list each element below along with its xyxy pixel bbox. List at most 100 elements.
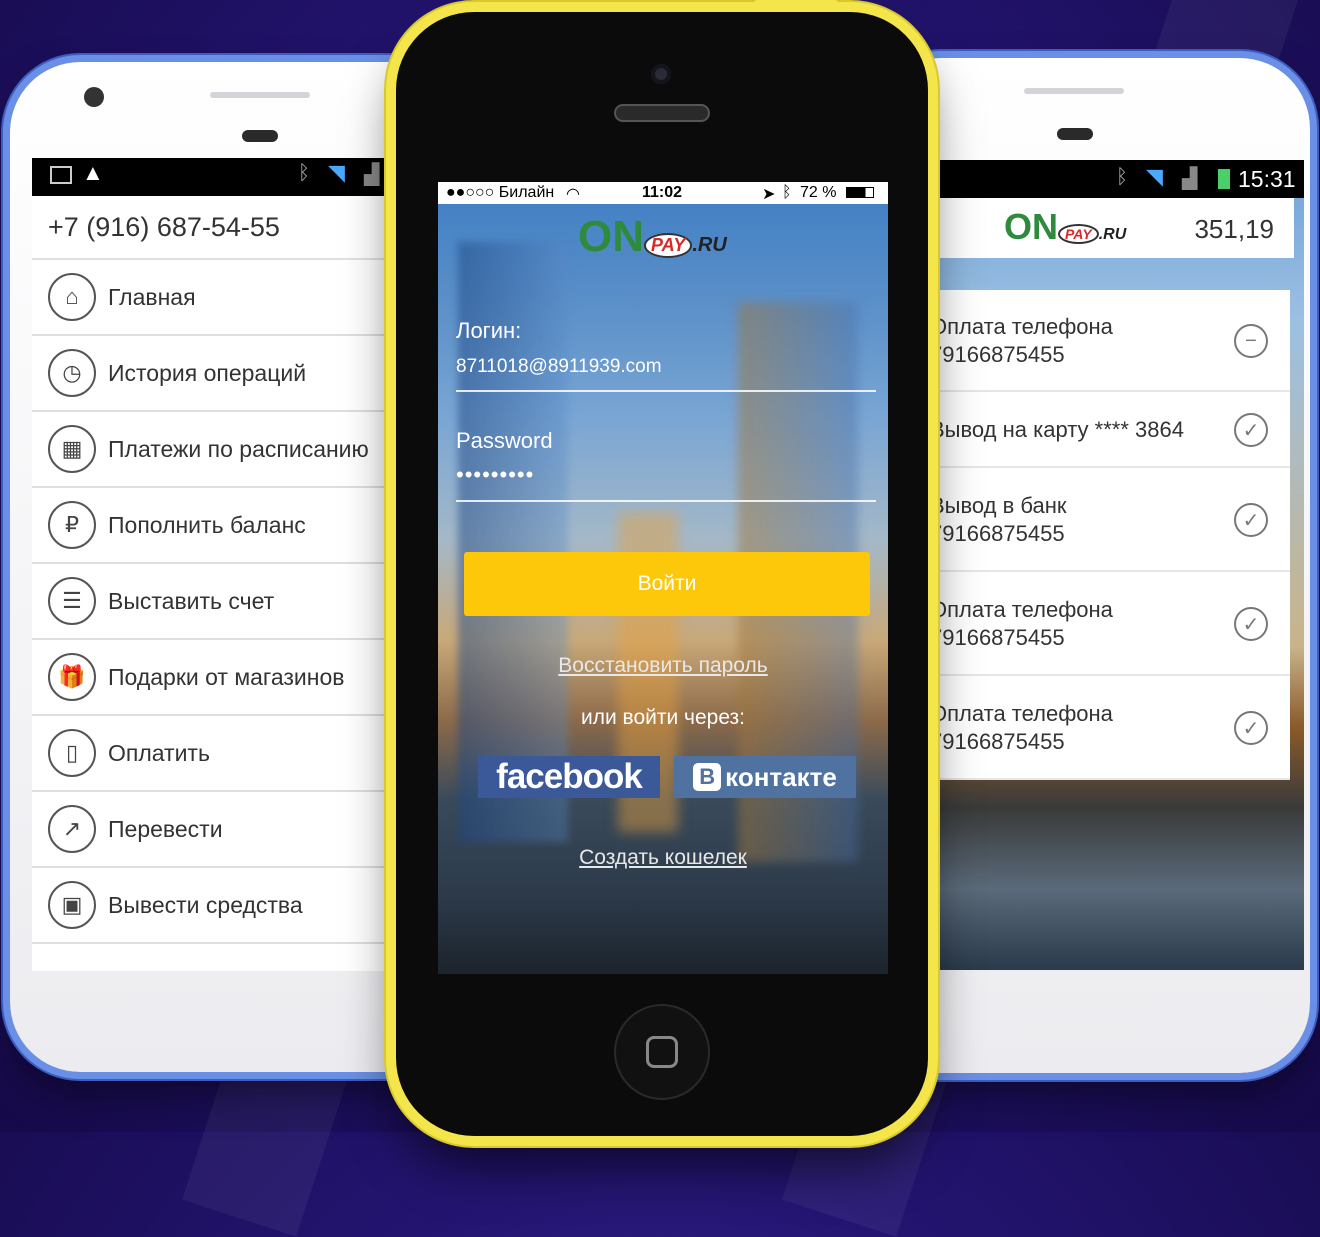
phone-number: +7 (916) 687-54-55 [48,211,280,242]
menu-item[interactable]: 🎁 Подарки от магазинов [32,640,412,716]
menu-item[interactable]: ▦ Платежи по расписанию [32,412,412,488]
minus-circle-icon: − [1234,324,1268,358]
transaction-number: 79166875455 [930,625,1065,650]
onpay-logo: ON PAY .RU [578,212,727,261]
menu-item-label: Пополнить баланс [108,511,306,538]
wifi-icon: ◥ [328,160,345,185]
transaction-number: 79166875455 [930,729,1065,754]
signal-icon: ▟ [1182,168,1198,190]
check-circle-icon: ✓ [1234,607,1268,641]
transaction-title: Вывод в банк [930,493,1067,518]
wallet-icon: ▣ [48,881,96,929]
menu-item[interactable]: ▣Вывести средства∨ [32,868,412,944]
menu-item-label: Платежи по расписанию [108,435,369,462]
restore-password-link[interactable]: Восстановить пароль [438,654,888,678]
menu-item[interactable]: ↗Перевести∨ [32,792,412,868]
arrow-up-right-icon: ↗ [48,805,96,853]
login-underline [456,390,876,392]
password-input[interactable]: ••••••••• [456,462,534,488]
transaction-list: Оплата телефона 79166875455 − Вывод на карт… [920,290,1290,780]
menu-item-label: Главная [108,283,196,310]
transaction-title: Оплата телефона [930,701,1113,726]
speaker-grille [1024,88,1124,94]
home-square-icon [646,1036,678,1068]
phone-icon: ▯ [48,729,96,777]
calendar-icon: ▦ [48,425,96,473]
carrier-label: ●●○○○ Билайн [446,184,555,201]
transaction-number: 79166875455 [930,342,1065,367]
wifi-icon: ◠ [566,186,580,203]
android-status-bar: ᛒ ◥ ▟ 15:31 [920,160,1304,198]
password-underline [456,500,876,502]
front-camera [84,87,104,107]
clock-icon: ◷ [48,349,96,397]
home-button[interactable] [614,1004,710,1100]
signal-icon: ▟ [364,164,380,186]
check-circle-icon: ✓ [1234,711,1268,745]
power-button [754,0,838,8]
login-screen: ●●○○○ Билайн ◠ 11:02 ➤ ᛒ 72 % ON PAY .RU Л… [438,182,888,974]
menu-item[interactable]: ⌂ Главная [32,260,412,336]
battery-percent: 72 % [800,184,837,201]
left-screen: ▲ ᛒ ◥ ▟ +7 (916) 687-54-55 ⌂ Главная ◷ Исто… [32,158,412,971]
menu-item-label: Выставить счет [108,587,275,614]
sensor-pill [242,130,278,142]
image-notification-icon [50,166,72,184]
menu-item-label: Подарки от магазинов [108,663,345,690]
bluetooth-icon: ᛒ [782,184,792,201]
check-circle-icon: ✓ [1234,503,1268,537]
login-label: Логин: [456,318,522,343]
or-login-with-label: или войти через: [580,706,746,729]
gift-icon: 🎁 [48,653,96,701]
bluetooth-icon: ᛒ [1116,166,1128,188]
facebook-login-button[interactable]: facebook [478,756,660,798]
transaction-number: 79166875455 [930,521,1065,546]
speaker-grille [210,92,310,98]
vk-label: контакте [725,761,837,792]
earpiece [614,104,710,122]
status-time: 15:31 [1238,166,1296,192]
onpay-logo: ON PAY .RU [1004,206,1127,247]
wifi-icon: ◥ [1146,164,1163,189]
side-menu: ⌂ Главная ◷ История операций ▦ Платежи по рас… [32,260,412,944]
account-header: +7 (916) 687-54-55 [32,196,412,260]
right-android-phone: ᛒ ◥ ▟ 15:31 ON PAY .RU 351,19 Оплата телеф… [890,58,1310,1073]
android-status-bar: ▲ ᛒ ◥ ▟ [32,158,412,196]
ruble-coin-icon: ₽ [48,501,96,549]
login-button[interactable]: Войти [464,552,870,616]
transaction-row[interactable]: Вывод на карту **** 3864 ✓ [920,392,1290,468]
create-wallet-link[interactable]: Создать кошелек [438,846,888,870]
check-circle-icon: ✓ [1234,413,1268,447]
menu-item[interactable]: ☰Выставить счет∨ [32,564,412,640]
battery-icon [846,187,874,198]
menu-item-label: Вывести средства [108,891,303,918]
right-screen: ᛒ ◥ ▟ 15:31 ON PAY .RU 351,19 Оплата телеф… [920,160,1304,970]
location-icon: ➤ [762,186,776,203]
transaction-row[interactable]: Оплата телефона 79166875455 ✓ [920,676,1290,780]
menu-item[interactable]: ₽Пополнить баланс∨ [32,488,412,564]
sensor-pill [1057,128,1093,140]
vk-login-button[interactable]: Вконтакте [674,756,856,798]
warning-icon: ▲ [82,160,104,185]
invoice-icon: ☰ [48,577,96,625]
bluetooth-icon: ᛒ [298,162,310,184]
transaction-title: Оплата телефона [930,597,1113,622]
transaction-row[interactable]: Оплата телефона 79166875455 − [920,290,1290,392]
transaction-row[interactable]: Вывод в банк 79166875455 ✓ [920,468,1290,572]
transaction-row[interactable]: Оплата телефона 79166875455 ✓ [920,572,1290,676]
clock-time: 11:02 [642,184,683,201]
menu-item-label: История операций [108,359,307,386]
menu-item[interactable]: ◷ История операций [32,336,412,412]
menu-item-label: Перевести [108,815,223,842]
balance-amount: 351,19 [1194,214,1274,244]
center-iphone: ●●○○○ Билайн ◠ 11:02 ➤ ᛒ 72 % ON PAY .RU Л… [396,0,928,1136]
transaction-title: Оплата телефона [930,314,1113,339]
login-input[interactable]: 8711018@8911939.com [456,356,662,378]
transaction-title: Вывод на карту **** 3864 [930,417,1184,442]
battery-icon [1218,169,1230,189]
menu-item-label: Оплатить [108,739,210,766]
password-label: Password [456,428,553,453]
wallet-header: ON PAY .RU 351,19 [920,198,1294,258]
menu-item[interactable]: ▯Оплатить∨ [32,716,412,792]
vk-badge-icon: В [693,763,722,791]
